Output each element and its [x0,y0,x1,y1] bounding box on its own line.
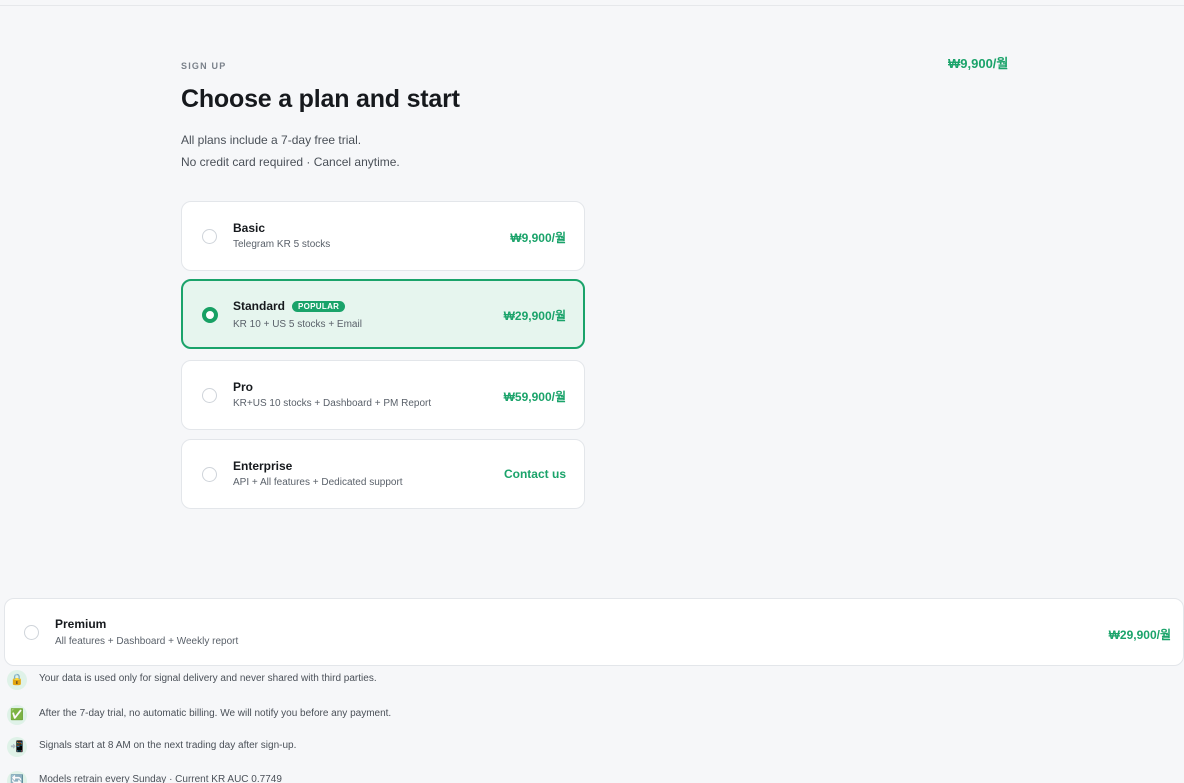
plan-price: ₩59,900/월 [503,390,566,404]
popular-badge: POPULAR [292,301,346,312]
plan-description: All features + Dashboard + Weekly report [55,636,239,647]
note-text: After the 7-day trial, no automatic bill… [39,708,392,719]
plan-price: ₩29,900/월 [503,309,566,323]
plan-name: Standard POPULAR [233,299,346,313]
plan-name: Pro [233,380,254,394]
eyebrow-label: SIGN UP [181,61,227,71]
radio-button-selected[interactable] [202,307,218,323]
top-divider [0,5,1184,6]
refresh-icon: 🔄 [7,771,27,783]
phone-icon: 📲 [7,737,27,757]
check-icon: ✅ [7,705,27,725]
plan-description: KR+US 10 stocks + Dashboard + PM Report [233,398,432,409]
plan-price: ₩29,900/월 [1108,628,1171,642]
note-text: Signals start at 8 AM on the next tradin… [39,740,297,751]
plan-name: Basic [233,221,266,235]
plan-price: ₩9,900/월 [510,231,566,245]
plan-description: API + All features + Dedicated support [233,477,403,488]
subtitle-trial: All plans include a 7-day free trial. [181,133,362,147]
plan-description: Telegram KR 5 stocks [233,239,331,250]
contact-us-link[interactable]: Contact us [504,467,566,481]
radio-button[interactable] [202,229,217,244]
note-text: Your data is used only for signal delive… [39,673,377,684]
radio-button[interactable] [202,388,217,403]
radio-button[interactable] [202,467,217,482]
radio-button[interactable] [24,625,39,640]
lock-icon: 🔒 [7,670,27,690]
plan-name-text: Standard [233,299,286,313]
plan-name: Premium [55,617,107,631]
plan-description: KR 10 + US 5 stocks + Email [233,319,362,330]
subtitle-no-card: No credit card required · Cancel anytime… [181,155,400,169]
summary-price: ₩9,900/월 [948,56,1009,71]
plan-card-basic[interactable]: Basic Telegram KR 5 stocks ₩9,900/월 [181,201,585,271]
plan-card-pro[interactable]: Pro KR+US 10 stocks + Dashboard + PM Rep… [181,360,585,430]
plan-card-standard[interactable]: Standard POPULAR KR 10 + US 5 stocks + Em… [181,279,585,349]
page-title: Choose a plan and start [181,85,460,113]
plan-name: Enterprise [233,459,293,473]
plan-card-enterprise[interactable]: Enterprise API + All features + Dedicate… [181,439,585,509]
plan-card-premium[interactable]: Premium All features + Dashboard + Weekl… [4,598,1184,666]
note-text: Models retrain every Sunday · Current KR… [39,774,282,783]
